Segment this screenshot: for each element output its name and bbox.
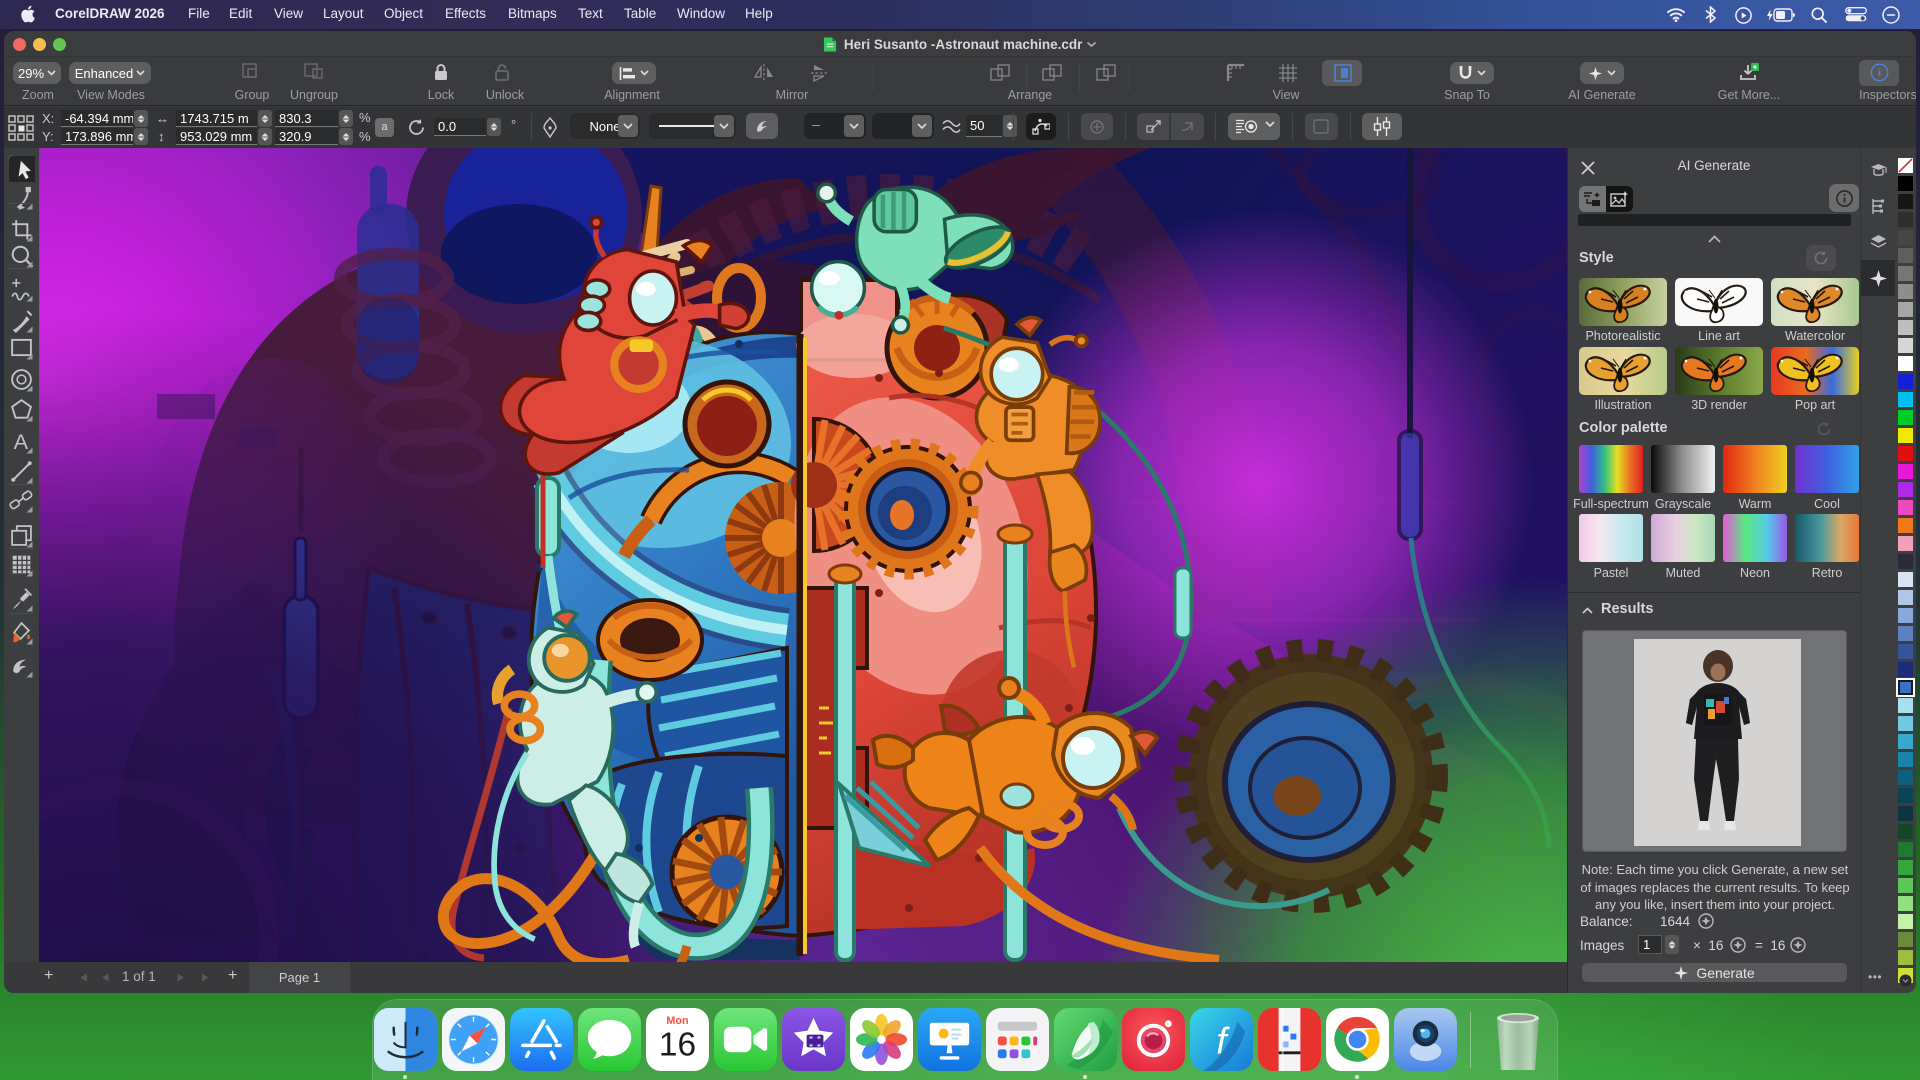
svg-text:Mon: Mon <box>666 1015 688 1027</box>
svg-text:16: 16 <box>659 1026 696 1063</box>
